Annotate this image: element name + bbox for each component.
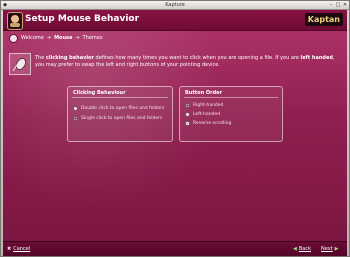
breadcrumb-arrow-icon: ➜ bbox=[75, 35, 80, 41]
single-click-label: Single click to open files and folders bbox=[81, 115, 163, 121]
back-button[interactable]: ◀ Back bbox=[293, 245, 311, 253]
button-order-group: Button Order Right-handed Left-handed ✓ … bbox=[179, 86, 283, 142]
minimize-icon[interactable]: – bbox=[328, 2, 334, 8]
cancel-icon: ✖ bbox=[7, 246, 12, 252]
left-handed-option[interactable]: Left-handed bbox=[185, 110, 220, 118]
button-order-title: Button Order bbox=[185, 90, 223, 96]
wizard-content: Setup Mouse Behavior Kaptan Welcome ➜ Mo… bbox=[3, 10, 347, 256]
breadcrumb-item-mouse: Mouse bbox=[54, 35, 73, 41]
clicking-behaviour-title: Clicking Behaviour bbox=[73, 90, 126, 96]
single-click-radio[interactable] bbox=[73, 115, 78, 121]
intro-description: The clicking behavior defines how many t… bbox=[35, 55, 335, 68]
app-window: ◆ Kapture – □ ✕ Setup Mouse Behavior Kap… bbox=[0, 0, 350, 257]
breadcrumb-item-welcome: Welcome bbox=[21, 35, 44, 41]
kaptan-mascot-icon bbox=[7, 12, 23, 30]
back-arrow-icon: ◀ bbox=[293, 246, 297, 252]
breadcrumb-arrow-icon: ➜ bbox=[46, 35, 52, 41]
maximize-icon[interactable]: □ bbox=[335, 2, 341, 8]
double-click-radio[interactable] bbox=[73, 105, 78, 111]
left-handed-label: Left-handed bbox=[193, 111, 221, 117]
close-icon[interactable]: ✕ bbox=[342, 2, 348, 8]
reverse-scrolling-label: Reverse scrolling bbox=[193, 120, 232, 126]
title-bar: ◆ Kapture – □ ✕ bbox=[1, 1, 349, 10]
right-handed-label: Right-handed bbox=[193, 102, 224, 108]
mouse-icon bbox=[9, 53, 31, 75]
reverse-scrolling-checkbox[interactable]: ✓ bbox=[185, 120, 190, 126]
page-title: Setup Mouse Behavior bbox=[25, 14, 140, 24]
home-icon bbox=[9, 33, 18, 43]
next-arrow-icon: ▶ bbox=[334, 246, 339, 252]
single-click-option[interactable]: Single click to open files and folders bbox=[73, 114, 162, 122]
right-handed-radio[interactable] bbox=[185, 102, 190, 108]
next-label: Next bbox=[321, 246, 333, 252]
cancel-button[interactable]: ✖ Cancel bbox=[7, 245, 30, 253]
cancel-label: Cancel bbox=[13, 246, 31, 252]
reverse-scrolling-option[interactable]: ✓ Reverse scrolling bbox=[185, 119, 231, 127]
back-label: Back bbox=[298, 246, 311, 252]
double-click-option[interactable]: Double click to open files and folders bbox=[73, 104, 164, 112]
group-divider bbox=[184, 97, 278, 98]
group-divider bbox=[72, 97, 168, 98]
next-button[interactable]: Next ▶ bbox=[321, 245, 339, 253]
breadcrumb: Welcome ➜ Mouse ➜ Themes bbox=[9, 33, 102, 43]
clicking-behaviour-group: Clicking Behaviour Double click to open … bbox=[67, 86, 173, 142]
breadcrumb-item-themes: Themes bbox=[82, 35, 103, 41]
bottom-bar: ✖ Cancel ◀ Back Next ▶ bbox=[3, 241, 347, 256]
right-handed-option[interactable]: Right-handed bbox=[185, 101, 223, 109]
left-handed-radio[interactable] bbox=[185, 111, 190, 117]
header-bar: Setup Mouse Behavior Kaptan bbox=[3, 10, 347, 31]
brand-logo: Kaptan bbox=[304, 13, 343, 26]
window-title: Kapture bbox=[165, 2, 185, 8]
double-click-label: Double click to open files and folders bbox=[81, 105, 165, 111]
